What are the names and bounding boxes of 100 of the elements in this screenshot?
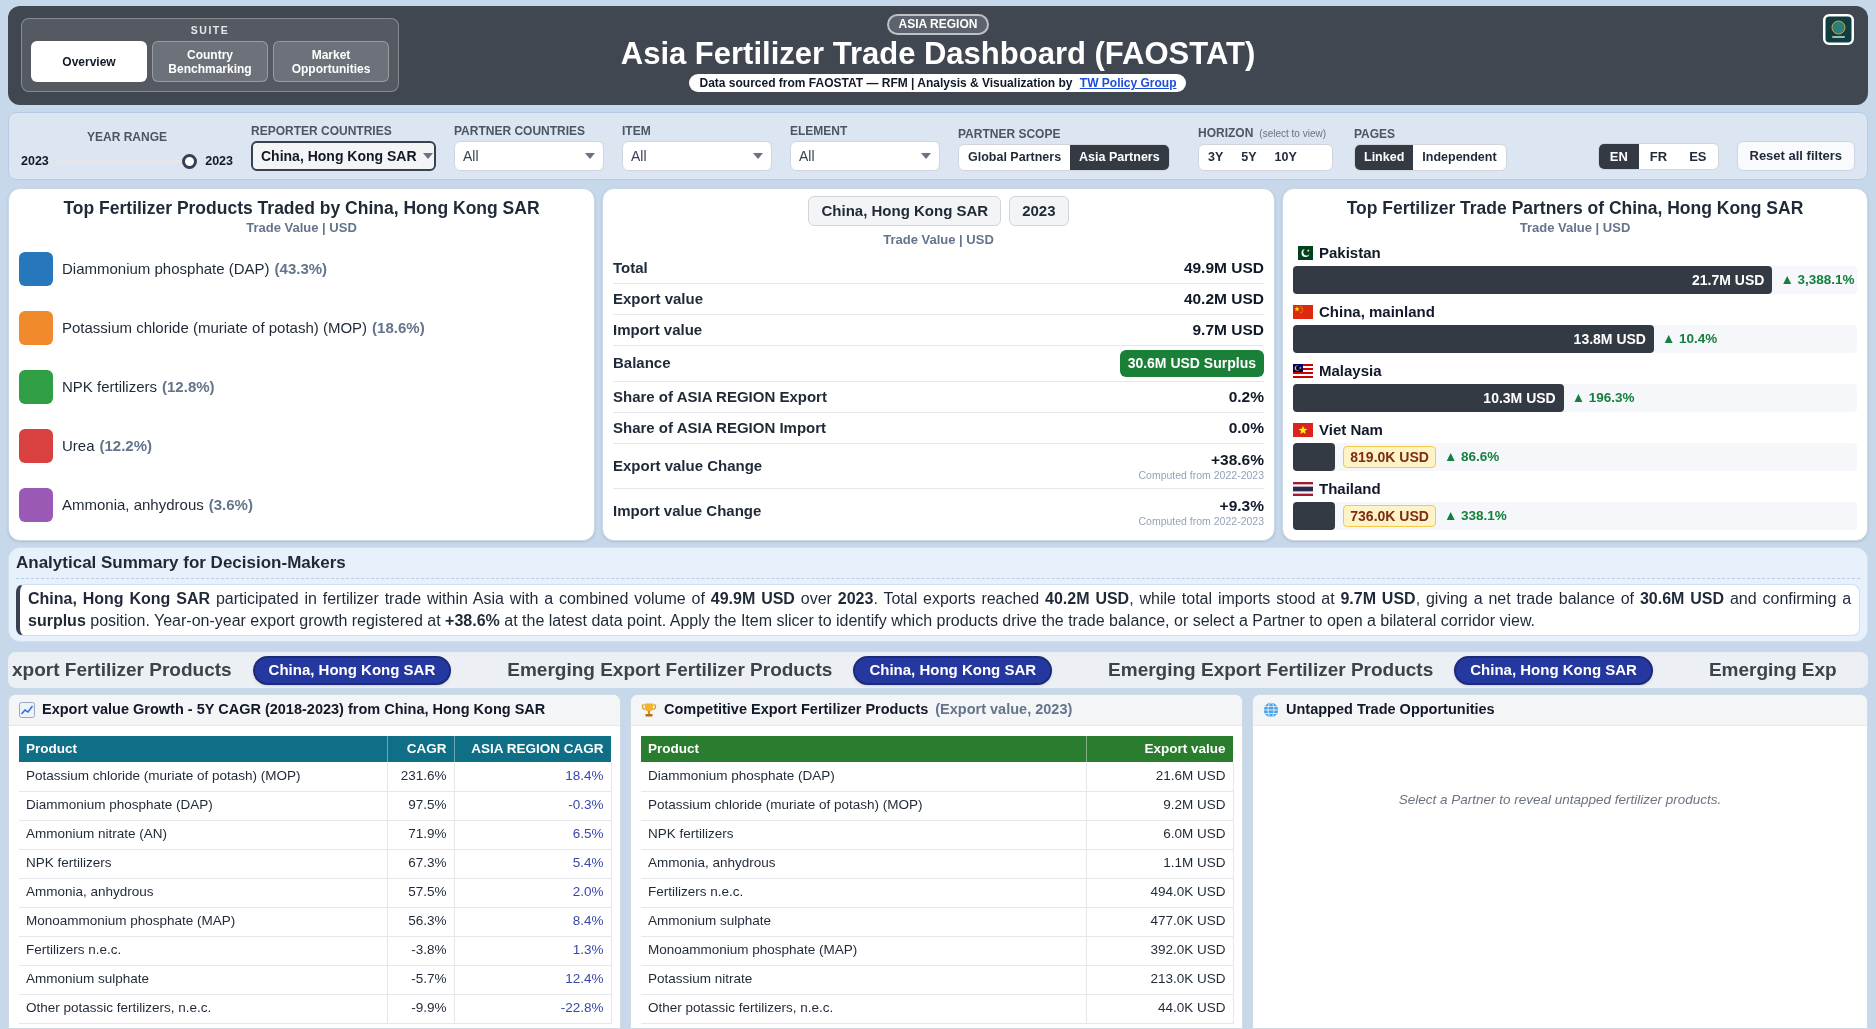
table-cell: 2.0% [454, 878, 611, 907]
suite-tab[interactable]: Country Benchmarking [152, 41, 268, 82]
metric-value: 40.2M USD [1183, 289, 1264, 310]
share-percent: (12.8%) [162, 376, 215, 397]
column-header: Product [19, 736, 387, 762]
reset-filters-button[interactable]: Reset all filters [1736, 141, 1855, 171]
table-cell: NPK fertilizers [19, 849, 387, 878]
slider-thumb[interactable] [182, 154, 198, 170]
table-cell: Ammonium sulphate [19, 965, 387, 994]
value-badge: 736.0K USD [1343, 505, 1436, 527]
change-percent: ▲ 10.4% [1661, 329, 1718, 348]
metric-label: Share of ASIA REGION Import [613, 417, 827, 438]
table-cell: 56.3% [387, 907, 454, 936]
table-cell: 5.4% [454, 849, 611, 878]
share-percent: (3.6%) [208, 494, 253, 515]
share-percent: (43.3%) [274, 258, 328, 279]
suite-tab[interactable]: Market Opportunities [273, 41, 389, 82]
table-cell: Other potassic fertilizers, n.e.c. [641, 994, 1086, 1023]
toggle-option[interactable]: Linked [1355, 145, 1414, 170]
summary-text: China, Hong Kong SAR participated in fertilizer trade within Asia with a combined volume of 49.9M USD over 2023. Total exports reached 40.2M USD, while total imports stood at 9.7M USD, giving a net trade balance of 30.6M USD and confirming a surplus position. Year-on-year export growth registered at +38.6% at the latest data point. Apply the Item slicer to identify which products drive the trade balance, or select a Partner to open a bilateral corridor view. [16, 584, 1860, 636]
share-percent: (12.2%) [99, 435, 153, 456]
table-cell: -3.8% [387, 936, 454, 965]
caret-icon [753, 153, 763, 159]
ticker-text: xport Fertilizer Products [12, 657, 232, 682]
filter-label: ELEMENT [790, 124, 849, 138]
table-cell: 231.6% [387, 762, 454, 791]
change-percent: ▲ 338.1% [1443, 506, 1507, 525]
empty-state-message: Select a Partner to reveal untapped fertilizer products. [1397, 791, 1723, 809]
filter-chip: 2023 [1009, 196, 1069, 226]
flag-icon [1293, 482, 1313, 496]
legend-label: NPK fertilizers [62, 376, 158, 397]
table-cell: 57.5% [387, 878, 454, 907]
filter-chip: China, Hong Kong SAR [808, 196, 1002, 226]
flag-icon [1293, 246, 1313, 260]
table-cell: Fertilizers n.e.c. [641, 878, 1086, 907]
table-cell: 9.2M USD [1086, 791, 1233, 820]
filter-dropdown[interactable]: China, Hong Kong SAR [251, 141, 436, 171]
trade-bar: 13.8M USD [1293, 325, 1654, 353]
country-chip: China, Hong Kong SAR [252, 655, 452, 685]
filter-hint: (select to view) [1259, 127, 1327, 141]
toggle-option[interactable]: 10Y [1265, 145, 1306, 170]
filter-dropdown[interactable]: All [622, 141, 772, 171]
table-cell: -0.3% [454, 791, 611, 820]
toggle-option[interactable]: 5Y [1232, 145, 1266, 170]
table-cell: Ammonia, anhydrous [641, 849, 1086, 878]
metric-label: Share of ASIA REGION Export [613, 386, 827, 407]
toggle-option[interactable]: Global Partners [959, 145, 1071, 170]
legend-label: Potassium chloride (muriate of potash) (MOP) [62, 317, 368, 338]
partner-name: Pakistan [1319, 242, 1381, 263]
toggle-option[interactable]: Independent [1413, 145, 1506, 170]
language-option[interactable]: FR [1638, 144, 1679, 169]
filter-label: REPORTER COUNTRIES [251, 124, 393, 138]
card-subtitle: Trade Value | USD [882, 232, 995, 248]
table-cell: 8.4% [454, 907, 611, 936]
legend-label: Diammonium phosphate (DAP) [62, 258, 270, 279]
table-cell: Ammonia, anhydrous [19, 878, 387, 907]
filter-dropdown[interactable]: All [790, 141, 940, 171]
country-chip: China, Hong Kong SAR [853, 655, 1053, 685]
source-note: Data sourced from FAOSTAT — RFM | Analysis & Visualization by TW Policy Group [689, 74, 1187, 92]
filter-dropdown[interactable]: All [454, 141, 604, 171]
card-subtitle: Trade Value | USD [245, 219, 358, 237]
metric-label: Balance [613, 353, 671, 374]
table-cell: Fertilizers n.e.c. [19, 936, 387, 965]
table-cell: -5.7% [387, 965, 454, 994]
table-cell: 44.0K USD [1086, 994, 1233, 1023]
table-cell: 1.3% [454, 936, 611, 965]
panel-title: Untapped Trade Opportunities [1286, 700, 1495, 720]
table-cell: NPK fertilizers [641, 820, 1086, 849]
table-cell: Potassium chloride (muriate of potash) (MOP) [641, 791, 1086, 820]
column-header: Export value [1086, 736, 1233, 762]
table-cell: 71.9% [387, 820, 454, 849]
table-cell: 6.5% [454, 820, 611, 849]
toggle-option[interactable]: Asia Partners [1070, 145, 1169, 170]
ticker-text: Emerging Exp [1708, 657, 1837, 682]
table-cell: 1.1M USD [1086, 849, 1233, 878]
language-option[interactable]: ES [1678, 144, 1718, 169]
suite-tab[interactable]: Overview [31, 41, 147, 82]
metric-value: 49.9M USD [1183, 258, 1264, 279]
partner-name: Thailand [1319, 478, 1381, 499]
table-cell: -9.9% [387, 994, 454, 1023]
metric-value: 0.0% [1228, 418, 1264, 439]
card-subtitle: Trade Value | USD [1518, 219, 1632, 237]
language-option[interactable]: EN [1598, 144, 1639, 169]
year-from: 2023 [21, 153, 49, 171]
panel-title: Competitive Export Fertilizer Products [664, 700, 929, 720]
table-cell: 21.6M USD [1086, 762, 1233, 791]
table-cell: Diammonium phosphate (DAP) [19, 791, 387, 820]
table-cell: Potassium chloride (muriate of potash) (MOP) [19, 762, 387, 791]
panel-title: Export value Growth - 5Y CAGR (2018-2023) from China, Hong Kong SAR [42, 700, 546, 720]
metric-label: Import value [613, 319, 703, 340]
policy-group-link[interactable]: TW Policy Group [1079, 76, 1177, 90]
filter-label: PAGES [1354, 127, 1397, 141]
trade-bar: 10.3M USD [1293, 384, 1564, 412]
share-percent: (18.6%) [372, 317, 425, 338]
change-percent: ▲ 196.3% [1571, 388, 1635, 407]
metric-value: 0.2% [1228, 387, 1264, 408]
suite-label: SUITE [190, 24, 230, 37]
caret-icon [585, 153, 595, 159]
ticker-text: Emerging Export Fertilizer Products [1108, 657, 1434, 682]
toggle-option[interactable]: 3Y [1199, 145, 1233, 170]
